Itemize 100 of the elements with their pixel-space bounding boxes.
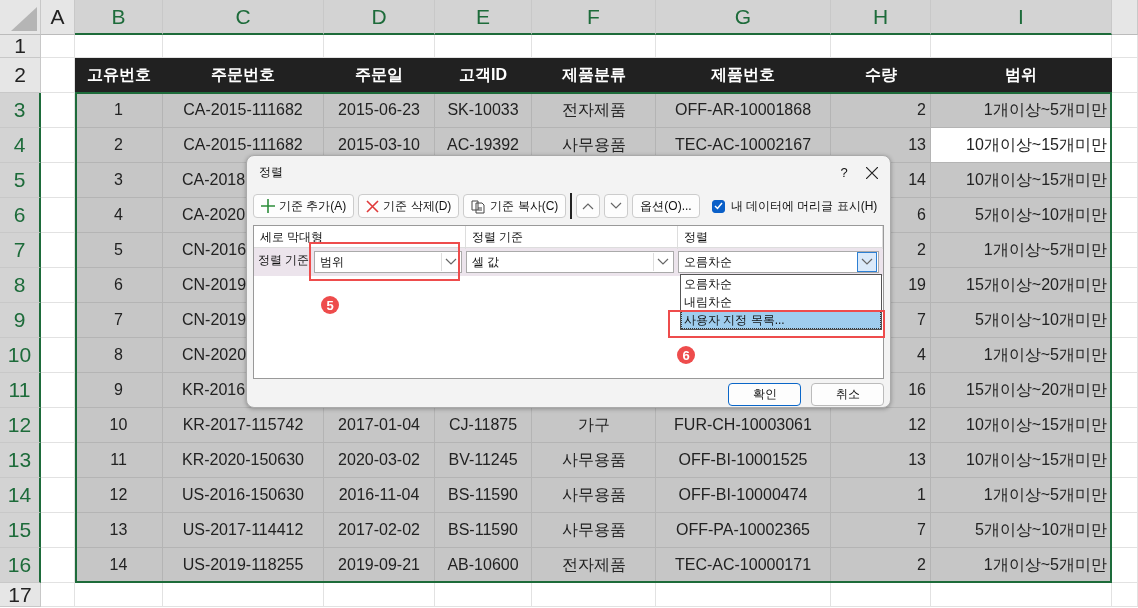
table-cell: 1개이상~5개미만 (931, 548, 1112, 583)
chevron-icon (657, 258, 669, 266)
row-header[interactable]: 6 (0, 198, 41, 233)
column-title: 주문일 (324, 58, 435, 93)
table-cell: CA-2015-111682 (163, 93, 324, 128)
row-header[interactable]: 11 (0, 373, 41, 408)
table-cell: 2020-03-02 (324, 443, 435, 478)
chevron-icon (445, 258, 457, 266)
empty-cell (1112, 268, 1138, 303)
empty-cell (1112, 338, 1138, 373)
empty-cell (1112, 163, 1138, 198)
empty-cell (1112, 303, 1138, 338)
column-header[interactable]: D (324, 0, 435, 35)
table-cell: SK-10033 (435, 93, 532, 128)
table-cell: 11 (75, 443, 163, 478)
empty-cell (1112, 513, 1138, 548)
table-cell: 1개이상~5개미만 (931, 478, 1112, 513)
row-header[interactable]: 16 (0, 548, 41, 583)
empty-cell (41, 443, 75, 478)
empty-cell (1112, 198, 1138, 233)
row-header[interactable]: 3 (0, 93, 41, 128)
move-up-button[interactable] (576, 194, 601, 218)
step-number: 6 (677, 346, 695, 364)
empty-cell (1112, 583, 1138, 607)
ok-button[interactable]: 확인 (728, 383, 801, 406)
table-cell: 2 (75, 128, 163, 163)
column-title: 범위 (931, 58, 1112, 93)
table-cell: 1 (75, 93, 163, 128)
row-header[interactable]: 4 (0, 128, 41, 163)
sort-on-dropdown[interactable]: 셀 값 (466, 251, 674, 273)
table-cell: 2017-02-02 (324, 513, 435, 548)
column-title: 주문번호 (163, 58, 324, 93)
row-header[interactable]: 17 (0, 583, 41, 607)
table-cell: 2 (831, 93, 931, 128)
column-header[interactable]: F (532, 0, 656, 35)
empty-cell (1112, 548, 1138, 583)
order-dropdown[interactable]: 오름차순 (678, 251, 879, 273)
row-header[interactable]: 5 (0, 163, 41, 198)
table-cell: 전자제품 (532, 548, 656, 583)
table-cell: FUR-CH-10003061 (656, 408, 831, 443)
row-header[interactable]: 10 (0, 338, 41, 373)
table-cell: CJ-11875 (435, 408, 532, 443)
row-header[interactable]: 1 (0, 35, 41, 58)
table-cell: BV-11245 (435, 443, 532, 478)
row-header[interactable]: 8 (0, 268, 41, 303)
copy-button[interactable]: 기준 복사(C) (463, 194, 567, 218)
column-header[interactable] (1112, 0, 1138, 35)
select-all-icon[interactable] (11, 7, 37, 31)
empty-cell (1112, 443, 1138, 478)
row-header[interactable]: 2 (0, 58, 41, 93)
row-header[interactable]: 14 (0, 478, 41, 513)
table-cell: TEC-AC-10000171 (656, 548, 831, 583)
close-icon[interactable] (866, 166, 878, 179)
row-header[interactable]: 9 (0, 303, 41, 338)
column-title: 고유번호 (75, 58, 163, 93)
table-cell: 9 (75, 373, 163, 408)
table-cell: 5 (75, 233, 163, 268)
options-button[interactable]: 옵션(O)... (632, 194, 700, 218)
empty-cell (41, 268, 75, 303)
table-cell: 15개이상~20개미만 (931, 373, 1112, 408)
table-cell: 12 (831, 408, 931, 443)
table-cell: 5개이상~10개미만 (931, 513, 1112, 548)
help-button[interactable]: ? (832, 160, 856, 185)
column-header[interactable]: H (831, 0, 931, 35)
table-cell: KR-2017-115742 (163, 408, 324, 443)
column-header[interactable]: I (931, 0, 1112, 35)
empty-cell (41, 338, 75, 373)
column-header[interactable]: B (75, 0, 163, 35)
close-icon (366, 199, 380, 213)
delete-button[interactable]: 기준 삭제(D) (358, 194, 460, 218)
column-header[interactable]: C (163, 0, 324, 35)
table-cell: 전자제품 (532, 93, 656, 128)
table-cell: 사무용품 (532, 513, 656, 548)
table-cell: 6 (75, 268, 163, 303)
documents-icon (471, 198, 487, 214)
move-down-button[interactable] (604, 194, 629, 218)
empty-cell (1112, 128, 1138, 163)
column-header[interactable]: A (41, 0, 75, 35)
empty-cell (41, 548, 75, 583)
table-cell: 5개이상~10개미만 (931, 198, 1112, 233)
level-label: 정렬 기준 (257, 252, 311, 269)
column-header[interactable]: E (435, 0, 532, 35)
dialog-title: 정렬 (259, 164, 284, 181)
column-dropdown[interactable]: 범위 (314, 251, 462, 273)
add-button[interactable]: 기준 추가(A) (253, 194, 355, 218)
table-cell: 10개이상~15개미만 (931, 163, 1112, 198)
table-cell: 2 (831, 548, 931, 583)
cancel-button[interactable]: 취소 (811, 383, 884, 406)
empty-cell (41, 513, 75, 548)
table-cell: OFF-BI-10001525 (656, 443, 831, 478)
table-cell: 사무용품 (532, 478, 656, 513)
empty-cell (41, 478, 75, 513)
checkbox[interactable] (711, 199, 725, 213)
empty-cell (41, 93, 75, 128)
row-header[interactable]: 12 (0, 408, 41, 443)
column-header[interactable]: G (656, 0, 831, 35)
row-header[interactable]: 7 (0, 233, 41, 268)
row-header[interactable]: 15 (0, 513, 41, 548)
table-cell: OFF-BI-10000474 (656, 478, 831, 513)
row-header[interactable]: 13 (0, 443, 41, 478)
